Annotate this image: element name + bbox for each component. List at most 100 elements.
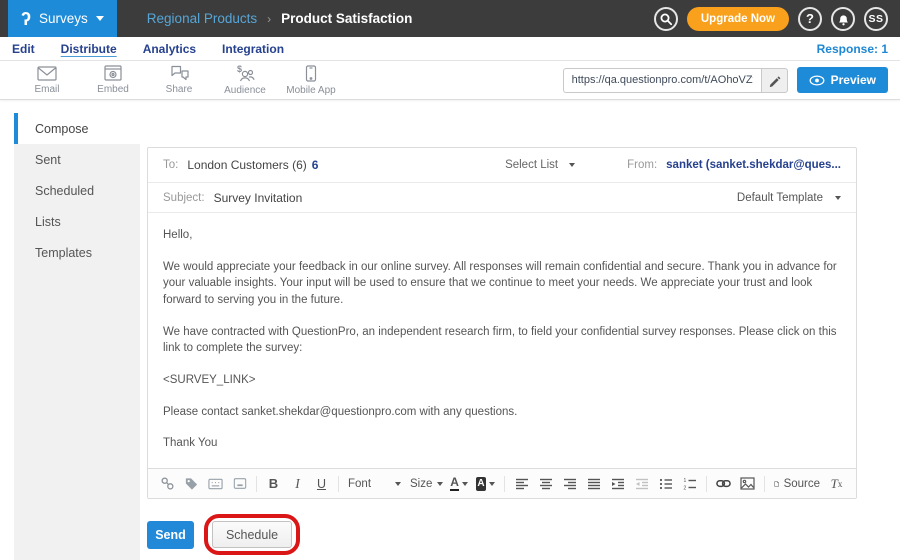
channel-mobile-app[interactable]: Mobile App <box>278 65 344 96</box>
align-right-button[interactable] <box>562 474 577 494</box>
email-body-editor[interactable]: Hello, We would appreciate your feedback… <box>148 213 856 468</box>
search-icon <box>659 12 673 26</box>
chevron-down-icon <box>395 482 401 486</box>
channel-embed[interactable]: Embed <box>80 65 146 95</box>
chevron-down-icon <box>437 482 443 486</box>
preview-label: Preview <box>831 73 876 87</box>
insert-image-button[interactable] <box>740 474 755 494</box>
indent-button[interactable] <box>610 474 625 494</box>
recipient-count: 6 <box>312 158 319 172</box>
sidebar-item-templates[interactable]: Templates <box>14 237 140 268</box>
channel-email[interactable]: Email <box>14 66 80 95</box>
chevron-down-icon <box>835 196 841 200</box>
remove-format-x: x <box>838 479 843 489</box>
questionpro-logo-icon: ʔ <box>21 10 31 28</box>
distribute-channels-toolbar: Email Embed Share $ Audience Mobile App … <box>0 61 900 100</box>
tab-edit[interactable]: Edit <box>12 42 35 56</box>
tab-integration[interactable]: Integration <box>222 42 284 56</box>
italic-button[interactable]: I <box>290 474 305 494</box>
send-button[interactable]: Send <box>147 521 194 549</box>
share-icon <box>170 65 189 81</box>
header-actions: Upgrade Now ? SS <box>654 7 888 31</box>
svg-text:1: 1 <box>683 478 686 484</box>
from-field[interactable]: From: sanket (sanket.shekdar@ques... <box>627 159 841 171</box>
toolbar-separator <box>764 476 765 492</box>
numbered-list-icon: 12 <box>683 478 697 490</box>
align-center-icon <box>539 478 553 490</box>
justify-button[interactable] <box>586 474 601 494</box>
tab-distribute[interactable]: Distribute <box>61 42 117 56</box>
select-list-dropdown[interactable]: Select List <box>505 159 575 171</box>
pencil-icon <box>768 74 781 87</box>
channel-label: Audience <box>224 85 266 96</box>
help-button[interactable]: ? <box>798 7 822 31</box>
template-dropdown[interactable]: Default Template <box>737 192 841 204</box>
body-paragraph: <SURVEY_LINK> <box>163 372 841 389</box>
insert-link-button[interactable] <box>716 474 731 494</box>
bulleted-list-icon <box>659 478 673 490</box>
body-paragraph: We would appreciate your feedback in our… <box>163 259 841 309</box>
edit-url-button[interactable] <box>761 68 788 93</box>
align-left-button[interactable] <box>514 474 529 494</box>
channel-share[interactable]: Share <box>146 65 212 95</box>
remove-format-button[interactable]: Tx <box>829 474 844 494</box>
sidebar-item-sent[interactable]: Sent <box>14 144 140 175</box>
subject-input[interactable]: Survey Invitation <box>214 191 303 205</box>
schedule-button[interactable]: Schedule <box>212 521 292 548</box>
insert-button-widget[interactable] <box>232 474 247 494</box>
search-button[interactable] <box>654 7 678 31</box>
channel-label: Mobile App <box>286 85 335 96</box>
response-count[interactable]: Response: 1 <box>817 42 888 56</box>
text-color-button[interactable]: A <box>452 474 467 494</box>
subject-row: Subject: Survey Invitation Default Templ… <box>148 183 856 213</box>
sidebar-item-compose[interactable]: Compose <box>14 113 140 144</box>
surveys-menu[interactable]: ʔ Surveys <box>8 0 117 37</box>
body-paragraph: Please contact sanket.shekdar@questionpr… <box>163 404 841 421</box>
breadcrumb-folder-link[interactable]: Regional Products <box>147 11 257 26</box>
channel-label: Embed <box>97 84 129 95</box>
subject-label: Subject: <box>163 192 205 204</box>
survey-url-input[interactable] <box>563 68 761 93</box>
eye-icon <box>809 75 825 86</box>
size-dropdown[interactable]: Size <box>410 478 443 490</box>
email-sidebar: Compose Sent Scheduled Lists Templates <box>14 113 140 560</box>
source-label: Source <box>784 478 820 490</box>
insert-survey-link-button[interactable] <box>160 474 175 494</box>
toolbar-separator <box>504 476 505 492</box>
toolbar-separator <box>706 476 707 492</box>
select-list-label: Select List <box>505 159 558 171</box>
question-mark-icon: ? <box>806 11 814 26</box>
mobile-app-icon <box>305 65 317 82</box>
sidebar-item-label: Compose <box>35 122 89 136</box>
keyboard-button[interactable] <box>208 474 223 494</box>
from-value: sanket (sanket.shekdar@ques... <box>666 159 841 171</box>
sidebar-item-label: Templates <box>35 246 92 260</box>
bold-button[interactable]: B <box>266 474 281 494</box>
tab-analytics[interactable]: Analytics <box>143 42 196 56</box>
merge-tag-button[interactable] <box>184 474 199 494</box>
channel-audience[interactable]: $ Audience <box>212 65 278 96</box>
align-center-button[interactable] <box>538 474 553 494</box>
image-icon <box>740 477 755 490</box>
font-dropdown[interactable]: Font <box>348 478 401 490</box>
sidebar-item-lists[interactable]: Lists <box>14 206 140 237</box>
align-left-icon <box>515 478 529 490</box>
numbered-list-button[interactable]: 12 <box>682 474 697 494</box>
breadcrumb-survey-name: Product Satisfaction <box>281 11 412 26</box>
preview-button[interactable]: Preview <box>797 67 888 93</box>
sidebar-item-scheduled[interactable]: Scheduled <box>14 175 140 206</box>
chain-link-icon <box>160 476 175 491</box>
source-button[interactable]: Source <box>774 474 820 494</box>
bulleted-list-button[interactable] <box>658 474 673 494</box>
annotation-highlight-ring: Schedule <box>204 514 300 555</box>
background-color-button[interactable]: A <box>476 474 496 494</box>
to-recipients[interactable]: London Customers (6) <box>187 158 306 172</box>
outdent-icon <box>635 478 649 490</box>
underline-button[interactable]: U <box>314 474 329 494</box>
channel-label: Email <box>34 84 59 95</box>
upgrade-now-button[interactable]: Upgrade Now <box>687 7 789 31</box>
avatar[interactable]: SS <box>864 7 888 31</box>
editor-toolbar: B I U Font Size A A <box>148 468 856 498</box>
notifications-button[interactable] <box>831 7 855 31</box>
outdent-button[interactable] <box>634 474 649 494</box>
